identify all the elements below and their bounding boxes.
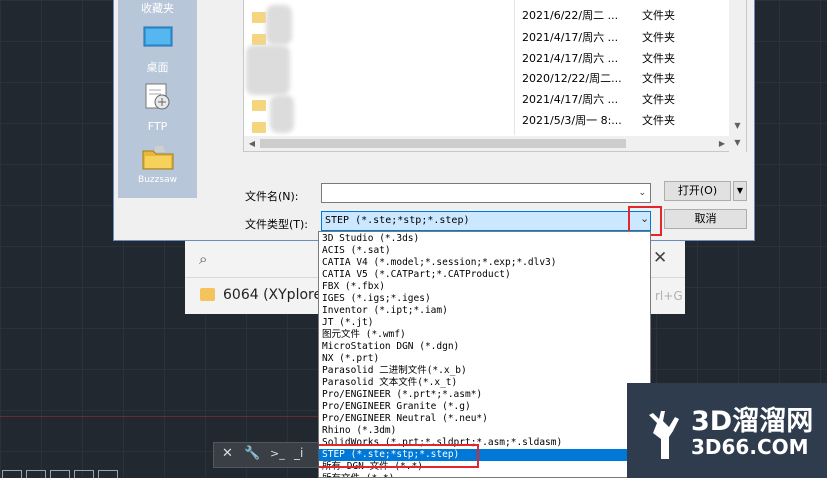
table-row[interactable]: 2021/4/17/周六 ... 文件夹 bbox=[514, 89, 728, 111]
place-label: FTP bbox=[147, 120, 168, 133]
filename-label: 文件名(N): bbox=[245, 190, 299, 203]
scroll-right-icon[interactable]: ▶ bbox=[714, 136, 730, 151]
table-row[interactable]: 2021/5/3/周一 8:... 文件夹 bbox=[514, 110, 728, 132]
dropdown-option[interactable]: IGES (*.igs;*.iges) bbox=[319, 293, 650, 305]
search-icon[interactable]: ⌕ bbox=[199, 250, 207, 268]
dropdown-option[interactable]: MicroStation DGN (*.dgn) bbox=[319, 341, 650, 353]
tools-icon[interactable]: ✕ bbox=[653, 248, 667, 268]
scroll-thumb[interactable] bbox=[260, 139, 626, 148]
dropdown-option[interactable]: Pro/ENGINEER (*.prt*;*.asm*) bbox=[319, 389, 650, 401]
vertical-scrollbar[interactable]: ▼ ▼ bbox=[729, 0, 746, 152]
dropdown-option[interactable]: Pro/ENGINEER Granite (*.g) bbox=[319, 401, 650, 413]
folder-icon bbox=[200, 288, 215, 301]
table-row[interactable]: 2021/4/17/周六 ... 文件夹 bbox=[514, 27, 728, 49]
place-favorites[interactable]: 收藏夹 bbox=[118, 0, 197, 16]
chevron-down-icon[interactable]: ⌄ bbox=[638, 188, 646, 198]
table-row[interactable]: 2021/4/17/周六 ... 文件夹 bbox=[514, 48, 728, 70]
scroll-down-icon[interactable]: ▼ bbox=[729, 118, 746, 134]
watermark: 3D溜溜网 3D66.COM bbox=[627, 383, 827, 478]
dropdown-option[interactable]: ACIS (*.sat) bbox=[319, 245, 650, 257]
command-input[interactable]: _i bbox=[294, 446, 303, 460]
blurred-names-column bbox=[246, 0, 312, 135]
buzzsaw-folder-icon bbox=[142, 146, 173, 170]
table-row[interactable]: 2020/12/22/周二... 文件夹 bbox=[514, 68, 728, 90]
shortcut-hint: rl+G bbox=[655, 289, 683, 303]
place-buzzsaw[interactable]: Buzzsaw bbox=[118, 143, 197, 185]
dropdown-option[interactable]: Rhino (*.3dm) bbox=[319, 425, 650, 437]
filetype-select[interactable]: STEP (*.ste;*stp;*.step) bbox=[321, 211, 651, 231]
watermark-brand: 3D溜溜网 bbox=[691, 406, 814, 437]
dropdown-option[interactable]: CATIA V5 (*.CATPart;*.CATProduct) bbox=[319, 269, 650, 281]
dropdown-option[interactable]: FBX (*.fbx) bbox=[319, 281, 650, 293]
wrench-icon[interactable]: 🔧 bbox=[244, 446, 260, 461]
highlight-box-selected-option bbox=[316, 444, 479, 468]
dropdown-option[interactable]: 3D Studio (*.3ds) bbox=[319, 233, 650, 245]
table-row[interactable]: 2021/6/22/周二 ... 文件夹 bbox=[514, 5, 728, 27]
dropdown-option[interactable]: 图元文件 (*.wmf) bbox=[319, 329, 650, 341]
place-ftp[interactable]: FTP bbox=[118, 82, 197, 133]
file-list[interactable]: 2021/6/22/周二 ... 文件夹 2021/4/17/周六 ... 文件… bbox=[243, 0, 747, 152]
dropdown-option[interactable]: CATIA V4 (*.model;*.session;*.exp;*.dlv3… bbox=[319, 257, 650, 269]
ftp-icon bbox=[145, 83, 169, 110]
close-icon[interactable]: ✕ bbox=[222, 446, 233, 461]
filetype-dropdown-list[interactable]: 3D Studio (*.3ds) ACIS (*.sat) CATIA V4 (*… bbox=[318, 231, 651, 478]
filename-field[interactable]: ⌄ bbox=[321, 183, 651, 203]
open-button[interactable]: 打开(O) bbox=[664, 181, 731, 201]
chevron-down-icon[interactable]: ⌄ bbox=[640, 212, 649, 225]
layout-tabs bbox=[0, 470, 160, 478]
file-open-dialog: 收藏夹 桌面 FTP Buzzsaw 2021/6/22/周二 ... 文件夹 … bbox=[113, 0, 755, 241]
scroll-left-icon[interactable]: ◀ bbox=[244, 136, 260, 151]
desktop-icon bbox=[143, 26, 172, 47]
filetype-label: 文件类型(T): bbox=[245, 218, 309, 231]
horizontal-scrollbar[interactable]: ◀ ▶ bbox=[244, 136, 730, 151]
dropdown-option[interactable]: 所有文件 (*.*) bbox=[319, 473, 650, 477]
dropdown-option[interactable]: JT (*.jt) bbox=[319, 317, 650, 329]
scroll-down-icon[interactable]: ▼ bbox=[729, 135, 746, 151]
background-item-name[interactable]: 6064 (XYplore bbox=[223, 287, 322, 303]
places-bar: 收藏夹 桌面 FTP Buzzsaw bbox=[118, 0, 197, 198]
dropdown-option[interactable]: Inventor (*.ipt;*.iam) bbox=[319, 305, 650, 317]
dropdown-option[interactable]: NX (*.prt) bbox=[319, 353, 650, 365]
watermark-site: 3D66.COM bbox=[691, 435, 809, 459]
open-options-button[interactable]: ▼ bbox=[733, 181, 747, 201]
place-label: 收藏夹 bbox=[141, 2, 174, 15]
deer-logo-icon bbox=[649, 411, 679, 459]
place-label: Buzzsaw bbox=[138, 175, 177, 185]
cancel-button[interactable]: 取消 bbox=[664, 209, 747, 229]
place-desktop[interactable]: 桌面 bbox=[118, 25, 197, 75]
dropdown-option[interactable]: Parasolid 二进制文件(*.x_b) bbox=[319, 365, 650, 377]
dropdown-option[interactable]: Parasolid 文本文件(*.x_t) bbox=[319, 377, 650, 389]
command-line-bar: ✕ 🔧 >_ _i bbox=[213, 442, 319, 468]
place-label: 桌面 bbox=[146, 61, 169, 74]
dropdown-option[interactable]: Pro/ENGINEER Neutral (*.neu*) bbox=[319, 413, 650, 425]
command-prompt-icon: >_ bbox=[270, 447, 285, 460]
